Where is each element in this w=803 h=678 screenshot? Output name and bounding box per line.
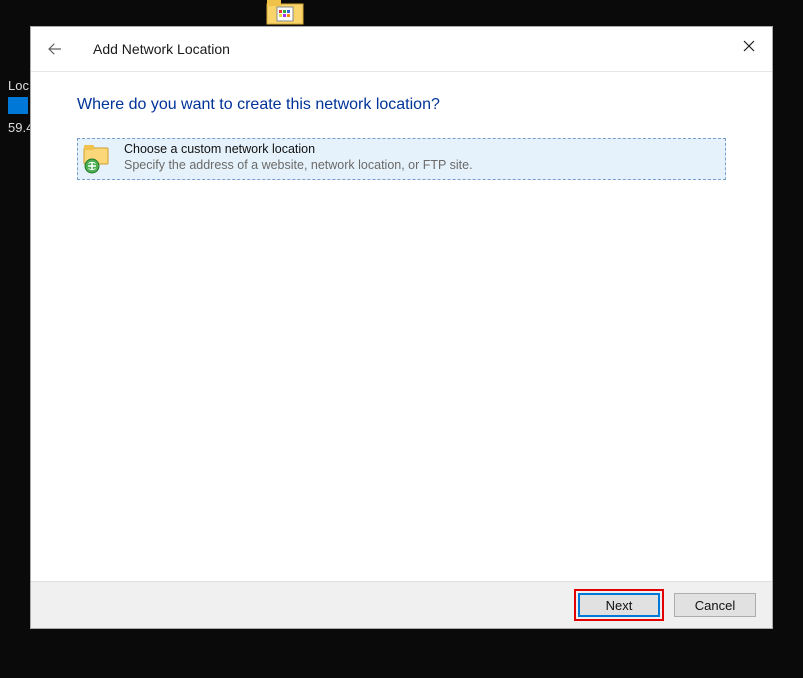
bg-label-loc: Loc: [8, 78, 29, 93]
cancel-button[interactable]: Cancel: [674, 593, 756, 617]
back-button[interactable]: [35, 29, 75, 69]
option-custom-network-location[interactable]: Choose a custom network location Specify…: [77, 138, 726, 180]
option-title: Choose a custom network location: [124, 142, 473, 158]
option-text: Choose a custom network location Specify…: [124, 142, 473, 173]
highlight-annotation: Next: [574, 589, 664, 621]
titlebar: Add Network Location: [31, 27, 772, 72]
close-icon: [743, 40, 755, 52]
dialog-footer: Next Cancel: [31, 582, 772, 628]
arrow-left-icon: [46, 40, 64, 58]
dialog-title: Add Network Location: [93, 41, 230, 57]
next-button[interactable]: Next: [578, 593, 660, 617]
bg-selection-bar: [8, 97, 28, 114]
bg-label-value: 59.4: [8, 120, 33, 135]
folder-network-icon: [82, 142, 114, 174]
wizard-heading: Where do you want to create this network…: [77, 96, 726, 114]
wizard-dialog: Add Network Location Where do you want t…: [31, 27, 772, 628]
option-description: Specify the address of a website, networ…: [124, 158, 473, 174]
bg-folder-icon: [265, 0, 305, 26]
dialog-content: Where do you want to create this network…: [31, 72, 772, 582]
close-button[interactable]: [726, 27, 772, 65]
